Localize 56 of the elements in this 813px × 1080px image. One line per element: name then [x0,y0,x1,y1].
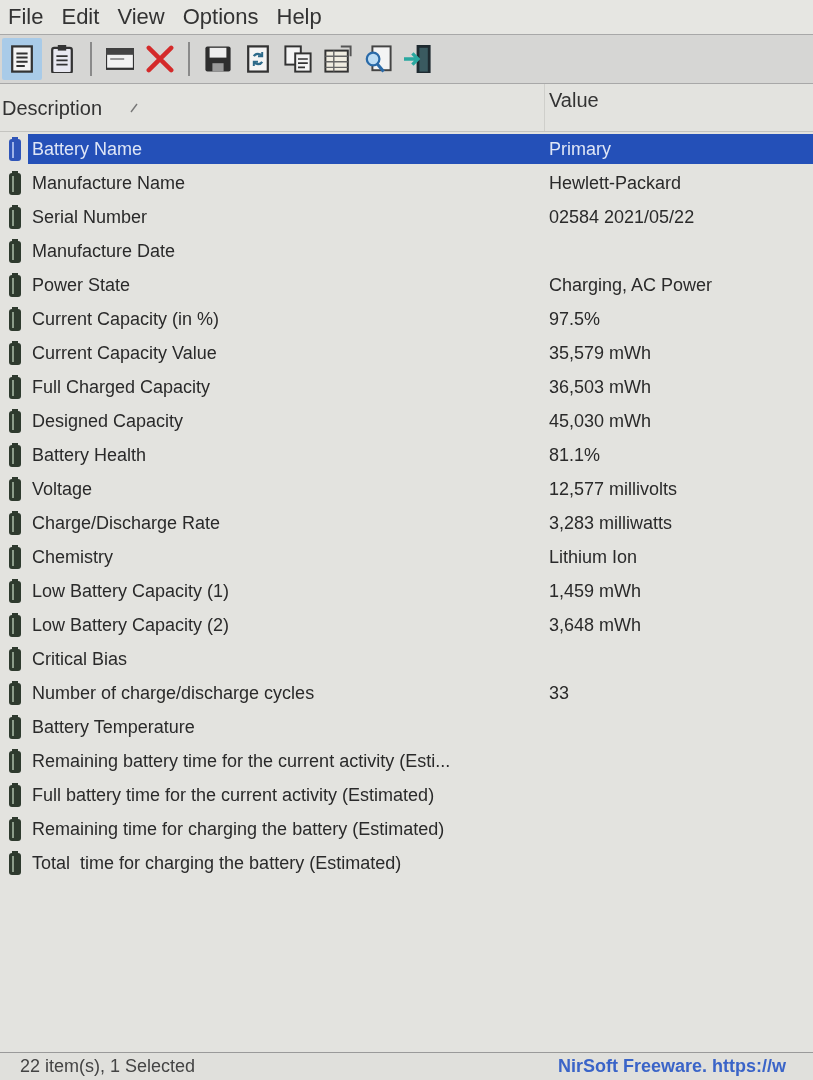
table-cell-text: Hewlett-Packard [548,171,683,195]
menu-item[interactable]: Edit [55,6,106,28]
table-cell-text: 35,579 mWh [548,341,653,365]
table-cell-text: 3,648 mWh [548,613,643,637]
website-link[interactable]: NirSoft Freeware. https://w [558,1053,787,1080]
table-cell-text: Low Battery Capacity (1) [31,579,231,603]
table-cell-text: Lithium Ion [548,545,639,569]
door-arrow-icon[interactable] [404,45,432,73]
table-cell-text: Full battery time for the current activity (Estimated) [31,783,436,807]
table-cell-text: Serial Number [31,205,149,229]
table-cell-text: Full Charged Capacity [31,375,212,399]
table-cell-text: Power State [31,273,132,297]
clipboard-icon[interactable] [48,45,76,73]
menu-item[interactable]: Help [270,6,328,28]
table-cell-text: 33 [548,681,571,705]
menu-item[interactable]: File [2,6,50,28]
table-cell-text: 36,503 mWh [548,375,653,399]
column-header[interactable]: Value [549,90,599,110]
table-cell-text: Number of charge/discharge cycles [31,681,316,705]
documents-icon[interactable] [284,45,312,73]
table-cell-text: Battery Health [31,443,148,467]
table-cell-text: Charge/Discharge Rate [31,511,222,535]
status-text: 22 item(s), 1 Selected [19,1055,197,1078]
table-cell-text: Manufacture Date [31,239,177,263]
table-cell-text: Voltage [31,477,94,501]
cross-icon[interactable] [146,45,174,73]
toolbar-button[interactable] [2,38,42,80]
table-cell-text: 45,030 mWh [548,409,653,433]
table-cell-text: 97.5% [548,307,602,331]
search-icon[interactable] [364,45,392,73]
document-icon[interactable] [8,45,36,73]
table-cell-text: Charging, AC Power [548,273,714,297]
menu-item[interactable]: View [111,6,171,28]
table-cell-text: Remaining battery time for the current activity (Esti... [31,749,452,773]
column-header[interactable]: Description [2,97,139,118]
table-cell-text: Low Battery Capacity (2) [31,613,231,637]
table-cell: Primary [545,134,813,164]
table-cell-text: Remaining time for charging the battery (Estimated) [31,817,446,841]
table-cell-text: 02584 2021/05/22 [548,205,696,229]
table-cell-text: Current Capacity Value [31,341,218,365]
table-cell-text: Chemistry [31,545,114,569]
table-cell-text: Designed Capacity [31,409,185,433]
table-cell: Battery Name [28,134,545,164]
table-cell-text: Battery Temperature [31,715,196,739]
table-cell-text: 81.1% [548,443,602,467]
document-arrows-icon[interactable] [244,45,272,73]
table-cell-text: Manufacture Name [31,171,187,195]
menu-item[interactable]: Options [176,6,265,28]
table-cell-text: 3,283 milliwatts [548,511,674,535]
table-cell-text: 12,577 millivolts [548,477,679,501]
table-cell-text: 1,459 mWh [548,579,643,603]
window-icon[interactable] [106,45,134,73]
table-document-icon[interactable] [324,45,352,73]
table-cell-text: Critical Bias [31,647,129,671]
table-cell-text: Total time for charging the battery (Estimated) [31,851,403,875]
table-cell-text: Current Capacity (in %) [31,307,221,331]
